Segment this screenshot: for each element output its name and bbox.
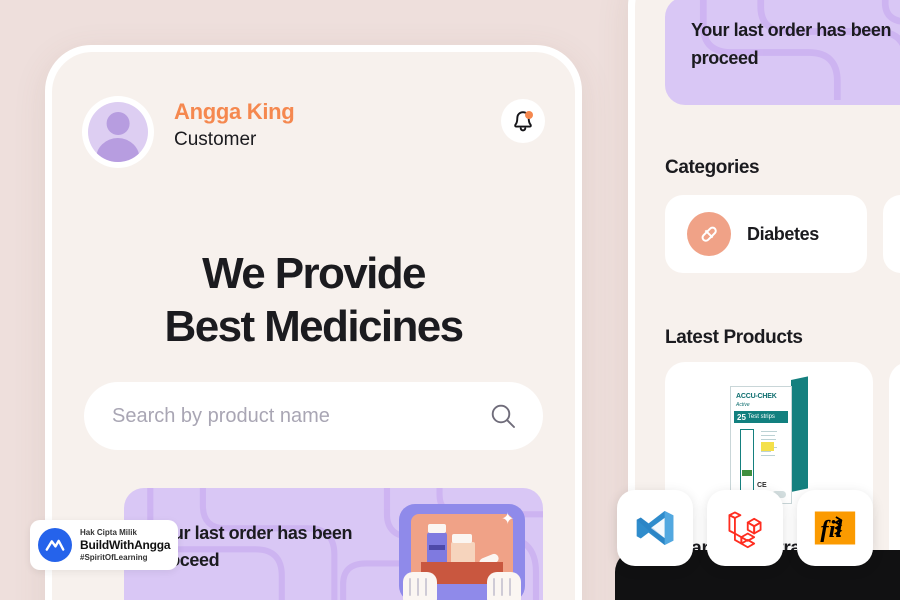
- box-side-panel: [791, 376, 808, 492]
- section-title-categories: Categories: [665, 157, 760, 178]
- laravel-icon[interactable]: [707, 490, 783, 566]
- avatar[interactable]: [82, 96, 154, 168]
- box-ce-mark: CE: [757, 482, 767, 489]
- box-front-panel: ACCU-CHEK Active 25 Test strips CE: [730, 386, 792, 504]
- illustration-hand-right: [487, 572, 521, 600]
- box-subbrand: Active: [736, 402, 750, 408]
- category-card-next[interactable]: [883, 195, 900, 273]
- box-test-strip-graphic: [740, 429, 754, 493]
- user-avatar-icon: [88, 102, 148, 162]
- pill-icon: [687, 212, 731, 256]
- watermark-text: Hak Cipta Milik BuildWithAngga #SpiritOf…: [80, 527, 171, 563]
- filament-icon[interactable]: fil: [797, 490, 873, 566]
- bell-icon: [514, 111, 533, 132]
- hero-line-2: Best Medicines: [164, 302, 465, 352]
- user-info: Angga King Customer: [174, 99, 295, 151]
- search-bar[interactable]: [84, 382, 543, 450]
- copyright-watermark: Hak Cipta Milik BuildWithAngga #SpiritOf…: [30, 520, 178, 570]
- macos-dock[interactable]: fil: [615, 490, 900, 600]
- category-label: Diabetes: [747, 223, 819, 244]
- categories-row[interactable]: Diabetes: [665, 195, 900, 273]
- category-card-diabetes[interactable]: Diabetes: [665, 195, 867, 273]
- user-role: Customer: [174, 129, 257, 151]
- avatar-head-shape: [106, 112, 130, 135]
- app-screen-home: Angga King Customer We Provide Best Medi…: [52, 52, 575, 600]
- hero-line-1: We Provide: [202, 249, 426, 298]
- page-title: We Provide Best Medicines: [52, 247, 575, 353]
- buildwithangga-logo-icon: [38, 528, 72, 562]
- promo-text: Your last order has been proceed: [152, 523, 353, 570]
- box-qty: 25: [737, 412, 746, 422]
- screenshot-canvas: Angga King Customer We Provide Best Medi…: [0, 0, 900, 600]
- phone-mockup-left: Angga King Customer We Provide Best Medi…: [45, 45, 582, 600]
- promo-banner-right[interactable]: Your last order has been proceed: [665, 0, 900, 105]
- sparkle-icon: ✦: [501, 511, 515, 528]
- watermark-line-1: Hak Cipta Milik: [80, 527, 137, 537]
- promo-text-right: Your last order has been proceed: [691, 20, 892, 68]
- box-quantity-band: 25 Test strips: [734, 411, 788, 423]
- box-brand: ACCU-CHEK: [736, 393, 777, 400]
- notification-button[interactable]: [501, 99, 545, 143]
- avatar-body-shape: [95, 138, 141, 162]
- watermark-line-2: BuildWithAngga: [80, 537, 171, 552]
- promo-banner[interactable]: Your last order has been proceed ✦: [124, 488, 543, 600]
- user-name: Angga King: [174, 99, 295, 124]
- box-qty-text: Test strips: [747, 414, 775, 420]
- section-title-latest-products: Latest Products: [665, 327, 803, 348]
- watermark-line-3: #SpiritOfLearning: [80, 552, 148, 562]
- hands-holding-medicine-box-illustration: ✦: [399, 504, 525, 600]
- illustration-hand-left: [403, 572, 437, 600]
- search-icon[interactable]: [489, 402, 517, 430]
- notification-badge-dot: [525, 111, 533, 119]
- box-yellow-label: [761, 442, 774, 451]
- app-header: Angga King Customer: [82, 96, 545, 168]
- search-input[interactable]: [110, 403, 489, 429]
- vscode-icon[interactable]: [617, 490, 693, 566]
